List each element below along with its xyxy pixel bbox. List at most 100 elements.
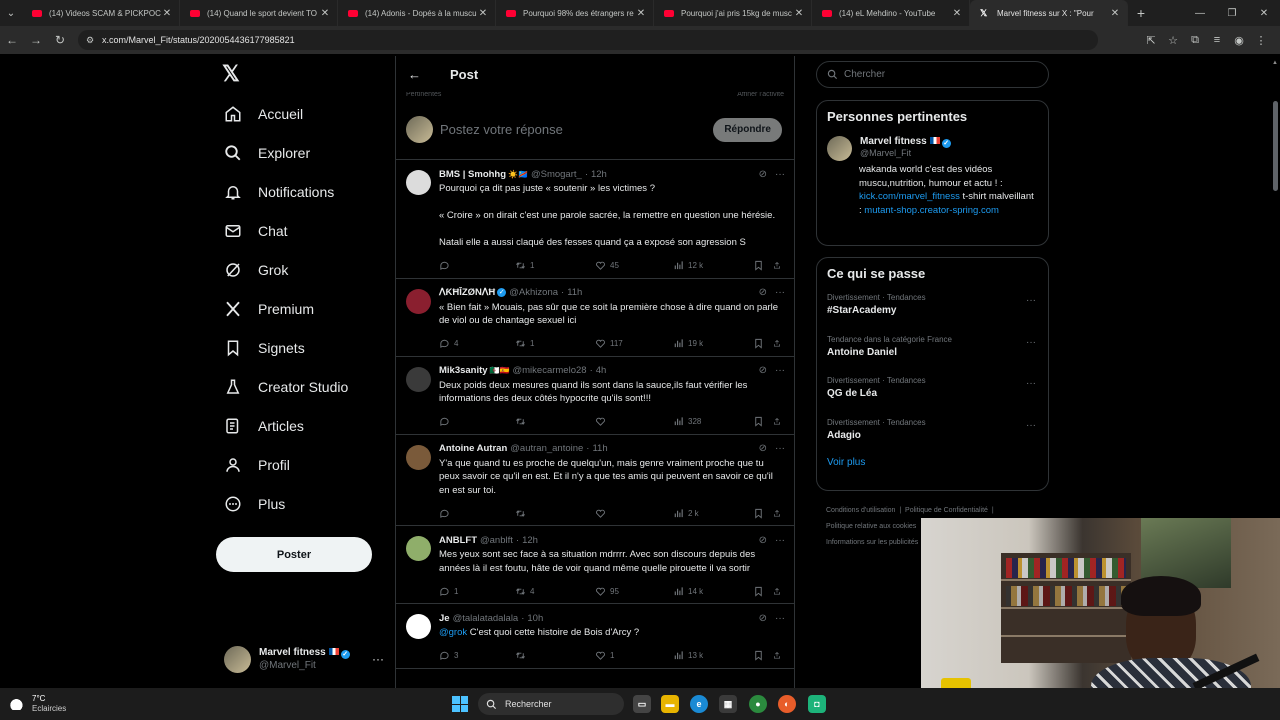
sort-label[interactable]: Pertinentes — [406, 92, 441, 100]
tweet-time[interactable]: 12h — [591, 169, 607, 180]
repost-action[interactable] — [515, 416, 595, 427]
tweet[interactable]: ᐱƘĦĪZØNᐱĦ ✓ @Akhizona · 11h ⊘ ··· « Bien fait »… — [396, 279, 794, 357]
bookmark-action[interactable] — [753, 650, 773, 661]
tab-search-icon[interactable]: ⌄ — [0, 0, 22, 26]
more-icon[interactable]: ··· — [775, 535, 785, 546]
tweet-time[interactable]: 4h — [596, 365, 607, 376]
tweet-mention[interactable]: @grok — [439, 627, 467, 638]
firefox-icon[interactable]: ◐ — [778, 695, 796, 713]
like-action[interactable]: 45 — [595, 260, 673, 271]
tweet-handle[interactable]: @anblft — [480, 535, 513, 546]
grok-icon[interactable]: ⊘ — [759, 287, 767, 298]
media-icon[interactable]: ≡ — [1206, 34, 1228, 47]
reply-button[interactable]: Répondre — [713, 117, 782, 142]
edge-icon[interactable]: e — [690, 695, 708, 713]
bookmark-action[interactable] — [753, 508, 773, 519]
sidebar-item-chat[interactable]: Chat — [222, 215, 288, 247]
x-logo-icon[interactable]: 𝕏 — [222, 62, 246, 86]
trend-item[interactable]: Divertissement · Tendances #StarAcademy ··… — [827, 289, 1038, 331]
like-action[interactable]: 117 — [595, 338, 673, 349]
taskbar-search[interactable]: Rechercher — [478, 693, 624, 715]
sidebar-item-grok[interactable]: Grok — [222, 254, 288, 286]
tweet-author[interactable]: Antoine Autran — [439, 443, 507, 454]
terms-link[interactable]: Conditions d'utilisation — [826, 507, 895, 514]
browser-tab[interactable]: (14) Videos SCAM & PICKPOCK ✕ — [22, 0, 180, 26]
tweet[interactable]: Mik3sanity 🇩🇿🇪🇸 @mikecarmelo28 · 4h ⊘ ··· Deux … — [396, 357, 794, 435]
avatar[interactable] — [406, 536, 431, 561]
close-tab-icon[interactable]: ✕ — [951, 8, 963, 19]
chrome-icon[interactable]: ● — [749, 695, 767, 713]
like-action[interactable] — [595, 416, 673, 427]
sidebar-item-explorer[interactable]: Explorer — [222, 137, 310, 169]
grok-icon[interactable]: ⊘ — [759, 365, 767, 376]
sidebar-item-plus[interactable]: Plus — [222, 488, 285, 520]
avatar[interactable] — [406, 170, 431, 195]
sidebar-item-profil[interactable]: Profil — [222, 449, 290, 481]
more-icon[interactable]: ··· — [775, 443, 785, 454]
avatar[interactable] — [406, 614, 431, 639]
close-tab-icon[interactable]: ✕ — [635, 8, 647, 19]
file-explorer-icon[interactable]: ▬ — [661, 695, 679, 713]
repost-action[interactable] — [515, 650, 595, 661]
reply-action[interactable]: 1 — [439, 586, 515, 597]
reply-action[interactable] — [439, 508, 515, 519]
tweet-handle[interactable]: @Akhizona — [509, 287, 558, 298]
reply-action[interactable]: 3 — [439, 650, 515, 661]
tweet[interactable]: Antoine Autran @autran_antoine · 11h ⊘ ··· Y'a… — [396, 435, 794, 526]
browser-tab[interactable]: Pourquoi j'ai pris 15kg de musc ✕ — [654, 0, 812, 26]
url-field[interactable]: ⚙ x.com/Marvel_Fit/status/20200544361779… — [78, 30, 1098, 50]
search-input[interactable]: Chercher — [816, 61, 1049, 88]
scrollbar-thumb[interactable] — [1273, 101, 1278, 191]
weather-widget[interactable]: 7°C Eclaircies — [10, 694, 66, 714]
site-info-icon[interactable]: ⚙ — [86, 35, 96, 46]
like-action[interactable] — [595, 508, 673, 519]
reply-action[interactable] — [439, 416, 515, 427]
close-tab-icon[interactable]: ✕ — [161, 8, 173, 19]
more-icon[interactable]: ··· — [1026, 295, 1036, 306]
avatar[interactable] — [406, 288, 431, 314]
forward-icon[interactable]: → — [24, 33, 48, 47]
filter-label[interactable]: Affiner l'activité — [737, 92, 784, 100]
reply-action[interactable]: 4 — [439, 338, 515, 349]
bio-link-shop[interactable]: mutant-shop.creator-spring.com — [864, 205, 999, 216]
tweet[interactable]: ANBLFT @anblft · 12h ⊘ ··· Mes yeux sont sec f… — [396, 526, 794, 604]
scroll-up-icon[interactable]: ▲ — [1272, 60, 1278, 66]
account-switcher[interactable]: Marvel fitness ✓ @Marvel_Fit ··· — [224, 644, 384, 674]
back-arrow-icon[interactable]: ← — [408, 67, 428, 82]
tweet[interactable]: BMS | Smohhg ☀️🇨🇩 @Smogart_ · 12h ⊘ ··· Pourquo… — [396, 160, 794, 279]
bookmark-action[interactable] — [753, 416, 773, 427]
bookmark-action[interactable] — [753, 338, 773, 349]
tweet-time[interactable]: 11h — [567, 287, 582, 298]
star-icon[interactable]: ☆ — [1162, 34, 1184, 47]
more-icon[interactable]: ··· — [775, 613, 785, 624]
privacy-link[interactable]: Politique de Confidentialité — [905, 507, 988, 514]
bio-link-kick[interactable]: kick.com/marvel_fitness — [859, 191, 960, 202]
store-icon[interactable]: ▦ — [719, 695, 737, 713]
tweet-time[interactable]: 11h — [592, 443, 607, 454]
bookmark-action[interactable] — [753, 586, 773, 597]
sidebar-item-articles[interactable]: Articles — [222, 410, 304, 442]
more-icon[interactable]: ··· — [1026, 378, 1036, 389]
share-action[interactable] — [773, 508, 785, 519]
sidebar-item-notifications[interactable]: Notifications — [222, 176, 334, 208]
share-action[interactable] — [773, 260, 785, 271]
repost-action[interactable]: 1 — [515, 260, 595, 271]
repost-action[interactable]: 1 — [515, 338, 595, 349]
like-action[interactable]: 95 — [595, 586, 673, 597]
reply-input[interactable]: Postez votre réponse — [440, 122, 713, 137]
reply-action[interactable] — [439, 260, 515, 271]
share-action[interactable] — [773, 338, 785, 349]
more-icon[interactable]: ··· — [372, 652, 384, 666]
sidebar-item-accueil[interactable]: Accueil — [222, 98, 303, 130]
close-window-icon[interactable]: ✕ — [1248, 8, 1280, 19]
views-action[interactable]: 14 k — [673, 586, 753, 597]
tweet-handle[interactable]: @Smogart_ — [531, 169, 582, 180]
tweet-handle[interactable]: @autran_antoine — [510, 443, 583, 454]
close-tab-icon[interactable]: ✕ — [793, 8, 805, 19]
repost-action[interactable]: 4 — [515, 586, 595, 597]
bookmark-action[interactable] — [753, 260, 773, 271]
more-icon[interactable]: ··· — [1026, 420, 1036, 431]
avatar[interactable] — [406, 444, 431, 470]
close-tab-icon[interactable]: ✕ — [1109, 8, 1121, 19]
profile-icon[interactable]: ◉ — [1228, 34, 1250, 47]
